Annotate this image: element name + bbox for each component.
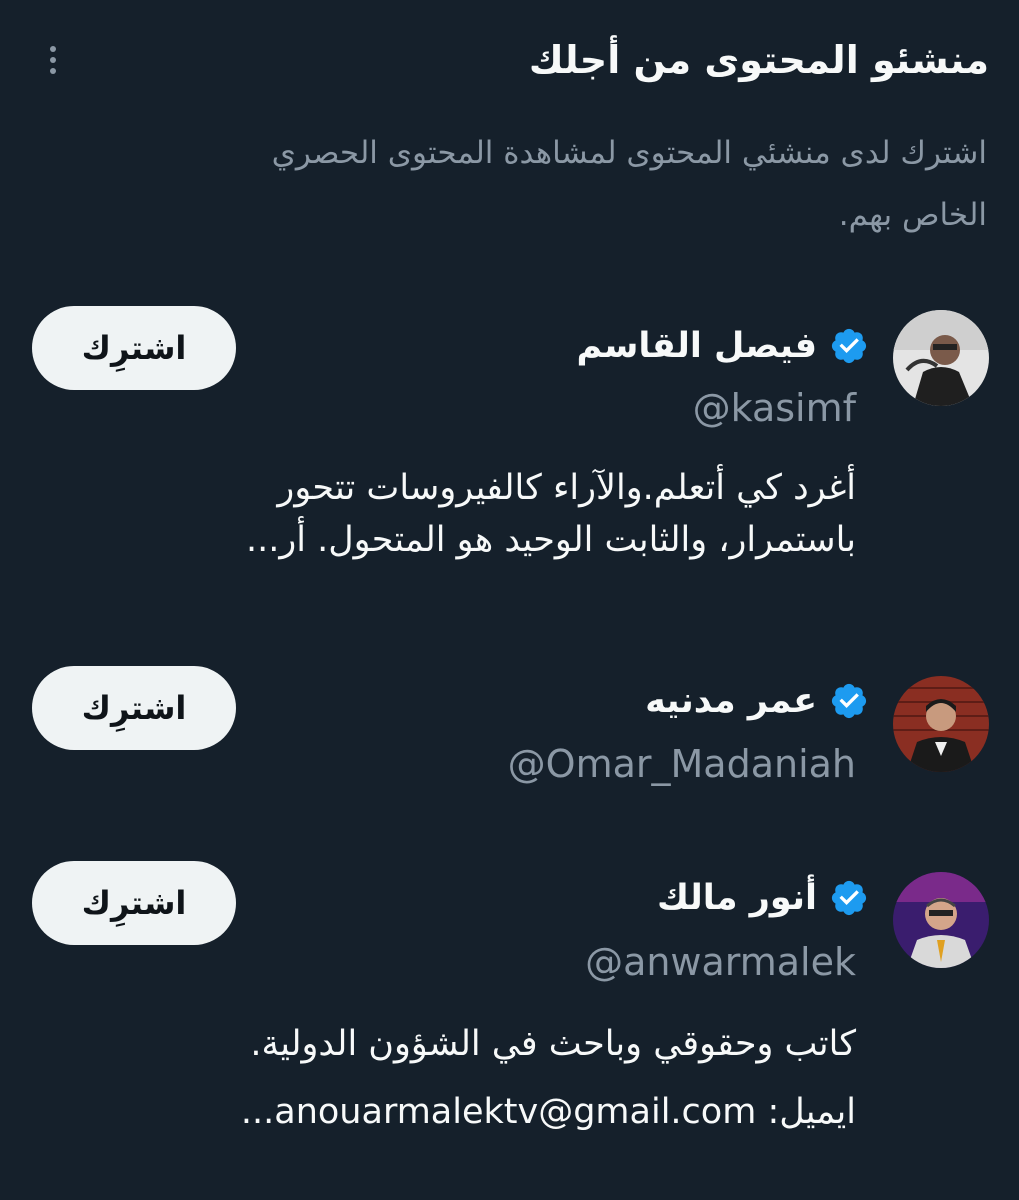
verified-badge-icon — [829, 681, 869, 721]
more-options-button[interactable] — [38, 40, 68, 80]
creator-name: أنور مالك — [657, 878, 817, 918]
subscribe-button[interactable]: اشترِك — [32, 306, 236, 390]
creator-name: فيصل القاسم — [576, 326, 817, 366]
bio-line: أغرد كي أتعلم.والآراء كالفيروسات تتحور — [277, 468, 856, 508]
avatar[interactable] — [893, 872, 989, 968]
verified-badge-icon — [829, 326, 869, 366]
subscribe-button[interactable]: اشترِك — [32, 861, 236, 945]
more-vertical-icon-dot — [50, 57, 56, 63]
avatar[interactable] — [893, 676, 989, 772]
bio-line: ايميل: anouarmalektv@gmail.com... — [240, 1092, 856, 1132]
creator-handle[interactable]: @anwarmalek — [585, 940, 856, 984]
verified-badge-icon — [829, 878, 869, 918]
creators-panel: منشئو المحتوى من أجلك اشترك لدى منشئي ال… — [0, 0, 1019, 1200]
creator-bio: أغرد كي أتعلم.والآراء كالفيروسات تتحور ب… — [56, 462, 856, 566]
more-vertical-icon — [50, 46, 56, 52]
creator-handle[interactable]: @Omar_Madaniah — [508, 742, 856, 786]
creator-bio: كاتب وحقوقي وباحث في الشؤون الدولية. ايم… — [56, 1018, 856, 1138]
bio-line: كاتب وحقوقي وباحث في الشؤون الدولية. — [250, 1024, 856, 1064]
panel-title: منشئو المحتوى من أجلك — [528, 38, 989, 82]
bio-line: باستمرار، والثابت الوحيد هو المتحول. أر.… — [245, 520, 856, 560]
creator-name: عمر مدنيه — [645, 681, 817, 721]
creator-handle[interactable]: @kasimf — [693, 386, 856, 430]
subscribe-button[interactable]: اشترِك — [32, 666, 236, 750]
more-vertical-icon-dot — [50, 68, 56, 74]
avatar[interactable] — [893, 310, 989, 406]
panel-subtitle: اشترك لدى منشئي المحتوى لمشاهدة المحتوى … — [271, 135, 987, 233]
